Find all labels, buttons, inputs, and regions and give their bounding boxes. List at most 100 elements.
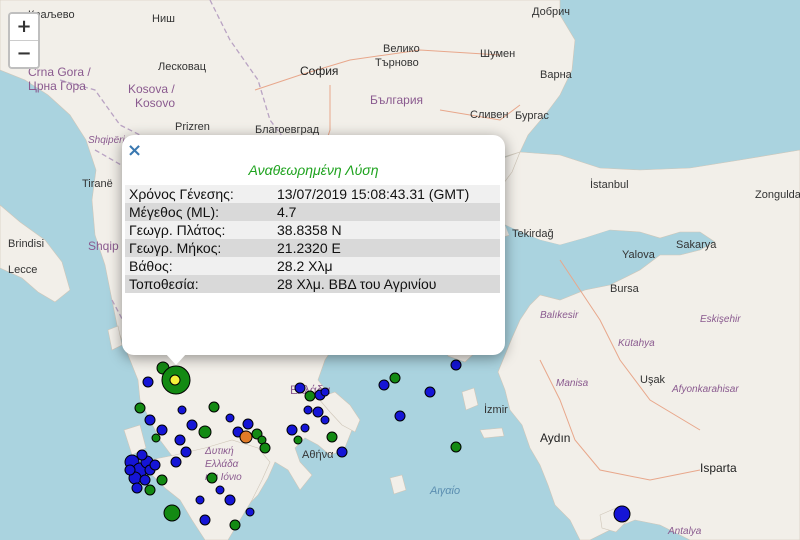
event-marker[interactable] <box>326 431 338 443</box>
label-lecce: Lecce <box>8 264 37 276</box>
event-marker[interactable] <box>378 379 390 391</box>
label-tekirdag: Tekirdağ <box>512 228 554 240</box>
event-marker[interactable] <box>198 425 212 439</box>
label-bulgaria: България <box>370 93 423 107</box>
event-marker[interactable] <box>336 446 348 458</box>
popup-row-value: 28 Χλμ. ΒΒΔ του Αγρινίου <box>273 275 500 293</box>
event-marker[interactable] <box>177 405 187 415</box>
popup-row-key: Γεωγρ. Μήκος: <box>125 239 273 257</box>
label-dytiki-1: Δυτική <box>204 445 234 457</box>
event-marker[interactable] <box>394 410 406 422</box>
popup-row: Τοποθεσία: 28 Χλμ. ΒΒΔ του Αγρινίου <box>125 275 500 293</box>
label-manisa: Manisa <box>556 378 589 389</box>
label-afyon: Afyonkarahisar <box>671 384 739 395</box>
event-marker[interactable] <box>225 413 235 423</box>
event-marker[interactable] <box>215 485 225 495</box>
zoom-out-button[interactable]: − <box>10 41 38 67</box>
label-leskovac: Лесковац <box>158 61 207 73</box>
label-sofia: София <box>300 64 338 78</box>
event-marker[interactable] <box>613 505 631 523</box>
event-marker[interactable] <box>206 472 218 484</box>
popup-row-value: 21.2320 E <box>273 239 500 257</box>
event-marker[interactable] <box>186 419 198 431</box>
event-marker[interactable] <box>174 434 186 446</box>
event-marker[interactable] <box>144 414 156 426</box>
label-veliko-2: Търново <box>375 57 419 69</box>
event-marker[interactable] <box>450 441 462 453</box>
label-dytiki-2: Ελλάδα <box>205 458 239 470</box>
event-marker[interactable] <box>320 415 330 425</box>
event-marker[interactable] <box>208 401 220 413</box>
event-marker[interactable] <box>180 446 192 458</box>
popup-row: Γεωγρ. Πλάτος: 38.8358 N <box>125 221 500 239</box>
label-isparta: Isparta <box>700 461 737 475</box>
popup-row-key: Βάθος: <box>125 257 273 275</box>
event-marker[interactable] <box>242 418 254 430</box>
popup-row-value: 4.7 <box>273 203 500 221</box>
event-marker[interactable] <box>144 484 156 496</box>
island-samos <box>479 427 505 439</box>
event-marker[interactable] <box>424 386 436 398</box>
event-marker[interactable] <box>304 390 316 402</box>
selected-event-marker[interactable] <box>169 374 181 386</box>
label-kosova-1: Kosova / <box>128 82 175 96</box>
event-marker[interactable] <box>229 519 241 531</box>
event-marker[interactable] <box>303 405 313 415</box>
popup-row: Μέγεθος (ML): 4.7 <box>125 203 500 221</box>
label-prizren: Prizren <box>175 121 210 133</box>
label-varna: Варна <box>540 69 573 81</box>
label-athina: Αθήνα <box>302 449 334 461</box>
zoom-control: + − <box>8 12 40 69</box>
label-brindisi: Brindisi <box>8 238 44 250</box>
event-marker[interactable] <box>245 507 255 517</box>
label-shumen: Шумен <box>480 48 515 60</box>
event-marker[interactable] <box>294 382 306 394</box>
popup-row-key: Γεωγρ. Πλάτος: <box>125 221 273 239</box>
zoom-in-button[interactable]: + <box>10 14 38 41</box>
event-marker[interactable] <box>170 456 182 468</box>
event-marker[interactable] <box>156 474 168 486</box>
event-marker[interactable] <box>195 495 205 505</box>
event-marker[interactable] <box>151 433 161 443</box>
label-aydin: Aydın <box>540 431 570 445</box>
event-marker[interactable] <box>320 387 330 397</box>
event-marker[interactable] <box>136 449 148 461</box>
event-marker[interactable] <box>134 402 146 414</box>
popup-close-button[interactable]: × <box>127 140 142 161</box>
event-marker[interactable] <box>131 482 143 494</box>
event-marker[interactable] <box>239 430 253 444</box>
event-marker[interactable] <box>139 474 151 486</box>
popup-row: Γεωγρ. Μήκος: 21.2320 E <box>125 239 500 257</box>
event-marker[interactable] <box>156 424 168 436</box>
event-marker[interactable] <box>312 406 324 418</box>
label-izmir: İzmir <box>484 403 508 416</box>
popup-row-value: 13/07/2019 15:08:43.31 (GMT) <box>273 185 500 203</box>
event-marker[interactable] <box>450 359 462 371</box>
event-marker[interactable] <box>286 424 298 436</box>
event-marker[interactable] <box>224 494 236 506</box>
event-marker[interactable] <box>300 423 310 433</box>
label-istanbul: İstanbul <box>590 178 629 191</box>
label-veliko-1: Велико <box>383 43 420 55</box>
popup-tip <box>165 353 187 365</box>
event-marker[interactable] <box>259 442 271 454</box>
popup-row: Χρόνος Γένεσης: 13/07/2019 15:08:43.31 (G… <box>125 185 500 203</box>
event-marker[interactable] <box>149 459 161 471</box>
event-marker[interactable] <box>293 435 303 445</box>
label-balikesir: Balıkesir <box>540 310 579 321</box>
event-marker[interactable] <box>124 464 136 476</box>
event-marker[interactable] <box>163 504 181 522</box>
popup-title: Αναθεωρημένη Λύση <box>248 162 379 178</box>
popup-row-value: 28.2 Χλμ <box>273 257 500 275</box>
label-burgas: Бургас <box>515 110 549 122</box>
event-marker[interactable] <box>199 514 211 526</box>
label-yalova: Yalova <box>622 249 656 261</box>
popup-row-key: Τοποθεσία: <box>125 275 273 293</box>
popup-details-table: Χρόνος Γένεσης: 13/07/2019 15:08:43.31 (G… <box>125 185 500 293</box>
event-marker[interactable] <box>389 372 401 384</box>
label-usak: Uşak <box>640 374 666 386</box>
label-shqip: Shqip <box>88 239 119 253</box>
event-popup: × Αναθεωρημένη Λύση Χρόνος Γένεσης: 13/07… <box>122 135 505 355</box>
label-eskisehir: Eskişehir <box>700 314 741 325</box>
event-marker[interactable] <box>142 376 154 388</box>
